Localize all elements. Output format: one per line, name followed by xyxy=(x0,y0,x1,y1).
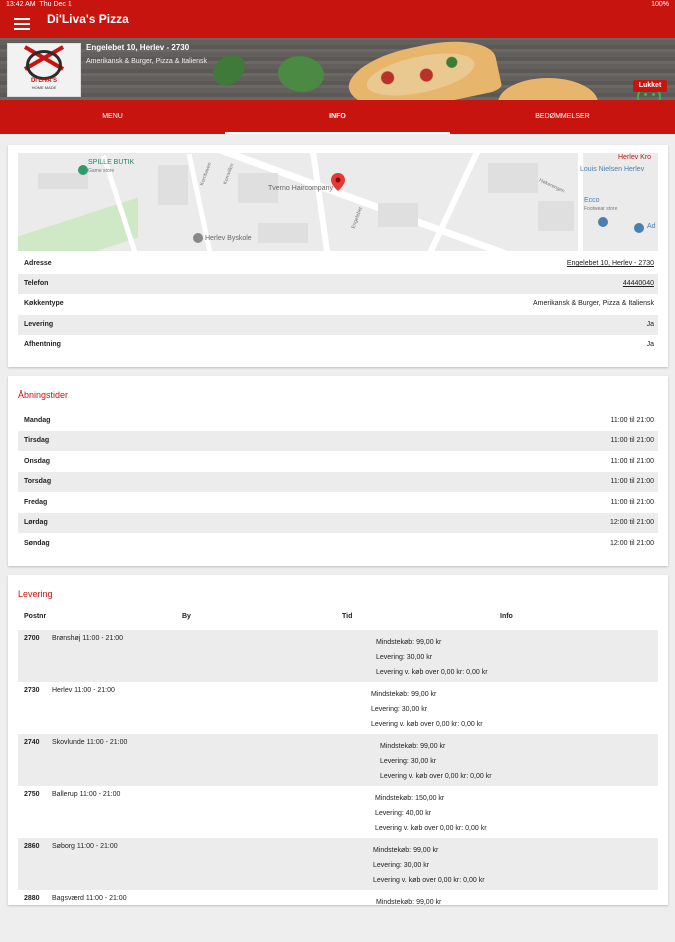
tab-menu[interactable]: MENU xyxy=(0,100,225,134)
delivery-row: 2740 Skovlunde 11:00 - 21:00 Mindstekøb:… xyxy=(18,734,658,786)
location-map[interactable]: SPILLE BUTIK Game store Herlev Kro Louis… xyxy=(18,153,658,251)
store-icon xyxy=(78,165,88,175)
active-tab-indicator xyxy=(225,132,450,134)
delivery-card: Levering Postnr By Tid Info 2700 Brønshø… xyxy=(8,575,668,906)
restaurant-address: Engelebet 10, Herlev - 2730 xyxy=(86,43,190,52)
delivery-row: 2700 Brønshøj 11:00 - 21:00 Mindstekøb: … xyxy=(18,630,658,682)
delivery-row: 2880 Bagsværd 11:00 - 21:00 Mindstekøb: … xyxy=(24,895,442,906)
hours-row: Mandag 11:00 til 21:00 xyxy=(24,417,654,424)
status-time: 13:42 AM Thu Dec 1 xyxy=(6,1,72,8)
hours-row: Søndag 12:00 til 21:00 xyxy=(24,540,654,547)
delivery-row: 2730 Herlev 11:00 - 21:00 Mindstekøb: 99… xyxy=(24,687,483,728)
info-row-cuisine: Køkkentype Amerikansk & Burger, Pizza & … xyxy=(24,300,654,307)
closed-badge: Lukket xyxy=(633,80,667,92)
app-bar: Di'Liva's Pizza xyxy=(0,10,675,38)
restaurant-logo: DI'LIVA'S HOME MADE xyxy=(7,43,81,97)
info-row-pickup: Afhentning Ja xyxy=(24,341,654,348)
restaurant-cuisine: Amerikansk & Burger, Pizza & Italiensk xyxy=(86,58,207,65)
hours-row: Onsdag 11:00 til 21:00 xyxy=(24,458,654,465)
tab-reviews[interactable]: BEDØMMELSER xyxy=(450,100,675,134)
shop-icon xyxy=(634,223,644,233)
address-link[interactable]: Engelebet 10, Herlev - 2730 xyxy=(567,254,654,274)
school-icon xyxy=(193,233,203,243)
delivery-title: Levering xyxy=(18,589,53,599)
delivery-table-header: Postnr By Tid Info xyxy=(24,613,513,620)
status-bar: 13:42 AM Thu Dec 1 100% xyxy=(0,0,675,10)
info-row-delivery: Levering Ja xyxy=(18,315,658,335)
restaurant-banner: DI'LIVA'S HOME MADE Engelebet 10, Herlev… xyxy=(0,38,675,100)
hours-row: Tirsdag 11:00 til 21:00 xyxy=(18,431,658,451)
hours-row: Torsdag 11:00 til 21:00 xyxy=(18,472,658,492)
delivery-row: 2750 Ballerup 11:00 - 21:00 Mindstekøb: … xyxy=(24,791,487,832)
phone-link[interactable]: 44440040 xyxy=(623,274,654,294)
hours-row: Lørdag 12:00 til 21:00 xyxy=(18,513,658,533)
shop-icon xyxy=(598,217,608,227)
info-row-phone: Telefon 44440040 xyxy=(18,274,658,294)
hamburger-menu-icon[interactable] xyxy=(14,16,30,30)
battery-level: 100% xyxy=(651,1,669,8)
tab-bar: MENU INFO BEDØMMELSER xyxy=(0,100,675,134)
hours-row: Fredag 11:00 til 21:00 xyxy=(24,499,654,506)
tab-info[interactable]: INFO xyxy=(225,100,450,134)
opening-hours-card: Åbningstider Mandag 11:00 til 21:00 Tirsd… xyxy=(8,376,668,566)
info-card: SPILLE BUTIK Game store Herlev Kro Louis… xyxy=(8,145,668,367)
delivery-row: 2860 Søborg 11:00 - 21:00 Mindstekøb: 99… xyxy=(18,838,658,890)
map-pin-icon[interactable] xyxy=(331,173,345,191)
opening-hours-title: Åbningstider xyxy=(18,390,69,400)
info-row-address: Adresse Engelebet 10, Herlev - 2730 xyxy=(18,254,658,274)
app-title: Di'Liva's Pizza xyxy=(47,12,129,26)
